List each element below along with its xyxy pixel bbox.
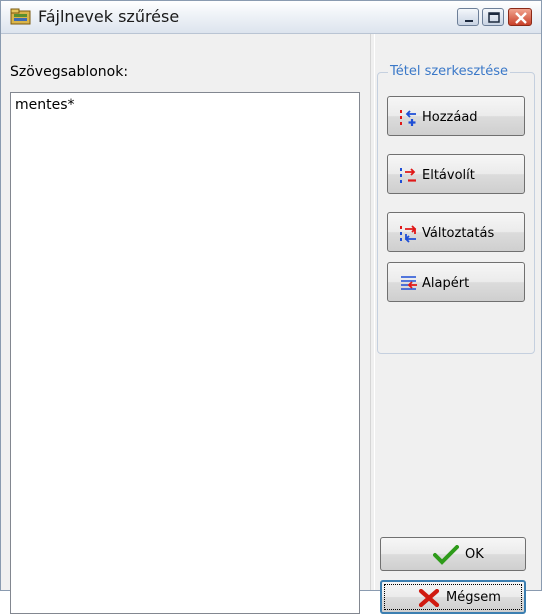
default-button-label: Alapért xyxy=(422,276,470,291)
checkmark-icon xyxy=(433,545,459,569)
minimize-button[interactable] xyxy=(457,8,479,26)
window-title: Fájlnevek szűrése xyxy=(38,7,180,26)
dialog-window: Fájlnevek szűrése Szövegsablonok: mentes… xyxy=(0,0,542,614)
change-button[interactable]: Változtatás xyxy=(387,212,525,252)
app-folder-icon xyxy=(10,8,32,26)
panel-divider xyxy=(370,34,375,590)
change-button-label: Változtatás xyxy=(422,226,495,241)
title-bar[interactable]: Fájlnevek szűrése xyxy=(1,1,541,34)
default-button[interactable]: Alapért xyxy=(387,262,525,302)
patterns-label: Szövegsablonok: xyxy=(10,64,129,80)
remove-item-icon xyxy=(400,167,418,189)
cancel-button-label: Mégsem xyxy=(446,590,501,605)
edit-group-title: Tétel szerkesztése xyxy=(388,64,511,79)
cancel-button[interactable]: Mégsem xyxy=(380,580,526,614)
maximize-button[interactable] xyxy=(482,8,504,26)
ok-button[interactable]: OK xyxy=(380,537,526,571)
add-item-icon xyxy=(400,109,418,131)
remove-button[interactable]: Eltávolít xyxy=(387,154,525,194)
remove-button-label: Eltávolít xyxy=(422,168,475,183)
add-button[interactable]: Hozzáad xyxy=(387,96,525,136)
add-button-label: Hozzáad xyxy=(422,110,478,125)
ok-button-label: OK xyxy=(465,547,484,562)
dialog-content: Szövegsablonok: mentes* Tétel szerkeszté… xyxy=(2,34,540,614)
swap-item-icon xyxy=(400,225,418,247)
patterns-listbox[interactable]: mentes* xyxy=(10,92,360,614)
close-button[interactable] xyxy=(508,8,532,26)
red-x-icon xyxy=(418,588,440,611)
default-list-icon xyxy=(400,275,418,297)
list-item[interactable]: mentes* xyxy=(15,97,75,113)
